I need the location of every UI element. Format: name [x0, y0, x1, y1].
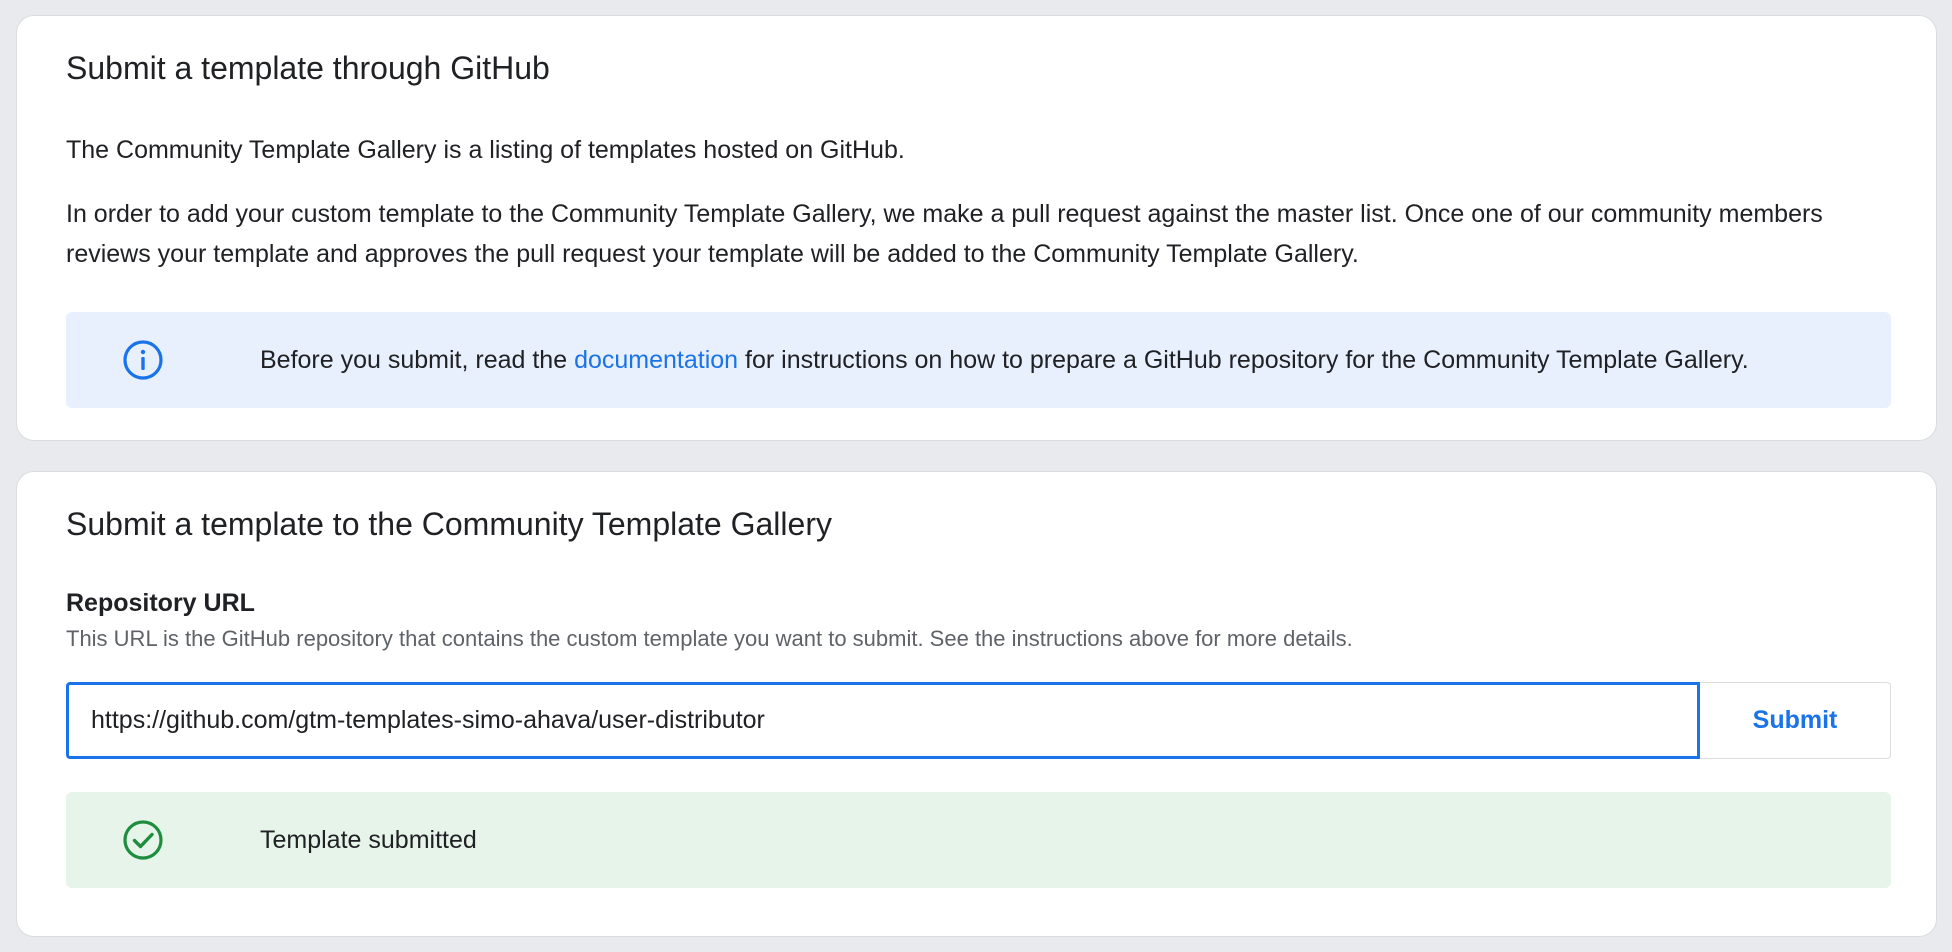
documentation-link[interactable]: documentation [574, 346, 738, 374]
submit-button[interactable]: Submit [1700, 682, 1891, 759]
template-submit-card: Submit a template to the Community Templ… [16, 471, 1937, 937]
repository-url-label: Repository URL [66, 589, 255, 617]
gallery-intro-text: The Community Template Gallery is a list… [66, 136, 905, 164]
notice-text-before: Before you submit, read the [260, 346, 575, 374]
repository-url-help-text: This URL is the GitHub repository that c… [66, 626, 1353, 651]
info-icon [123, 340, 163, 380]
submission-status-text: Template submitted [260, 826, 477, 854]
repository-url-input[interactable] [66, 682, 1700, 759]
pull-request-explanation-text: In order to add your custom template to … [66, 200, 1823, 268]
github-submission-card: Submit a template through GitHub The Com… [16, 15, 1937, 441]
documentation-notice-text: Before you submit, read the documentatio… [260, 338, 1749, 382]
notice-text-after: for instructions on how to prepare a Git… [738, 346, 1749, 374]
check-circle-icon [123, 820, 163, 860]
documentation-notice: Before you submit, read the documentatio… [66, 312, 1891, 408]
submit-section-title: Submit a template to the Community Templ… [66, 506, 832, 542]
github-section-title: Submit a template through GitHub [66, 50, 550, 86]
submission-status-notice: Template submitted [66, 792, 1891, 888]
